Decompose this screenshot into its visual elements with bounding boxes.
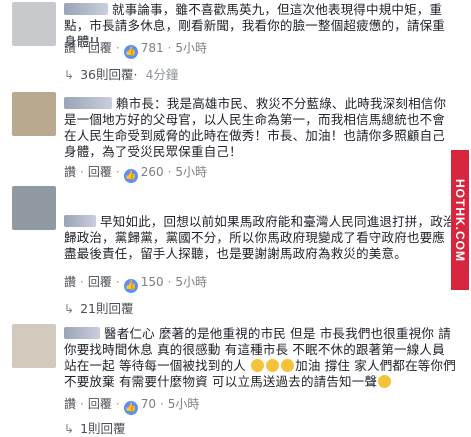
crying-emoji-icon	[251, 359, 265, 372]
like-count[interactable]: 260	[141, 165, 164, 179]
like-button[interactable]: 讚	[64, 41, 76, 55]
like-count[interactable]: 781	[141, 41, 164, 55]
avatar[interactable]	[12, 186, 56, 230]
like-count[interactable]: 70	[141, 397, 156, 411]
like-count[interactable]: 150	[141, 275, 164, 289]
replies-count-link[interactable]: 21則回覆	[80, 301, 133, 316]
timestamp[interactable]: 5小時	[175, 41, 207, 55]
reply-arrow-icon: ↳	[64, 422, 75, 436]
comment-actions: 讚 · 回覆 · 👍 150 · 5小時	[64, 275, 208, 293]
replies-time: 4分鐘	[145, 67, 179, 82]
timestamp[interactable]: 5小時	[175, 165, 207, 179]
comment-actions: 讚 · 回覆 · 👍 70 · 5小時	[64, 397, 200, 415]
crying-emoji-icon	[281, 359, 295, 372]
thumbs-up-icon: 👍	[123, 401, 138, 415]
comment-text: 醫者仁心 麼著的是他重視的市民 但是 市長我們也很重視你 請你要找時間休息 真的…	[64, 326, 456, 389]
comment-actions: 讚 · 回覆 · 👍 260 · 5小時	[64, 165, 208, 183]
comment-actions: 讚 · 回覆 · 👍 781 · 5小時	[64, 41, 208, 59]
commenter-name-redacted[interactable]	[64, 327, 100, 339]
timestamp[interactable]: 5小時	[175, 275, 207, 289]
reply-arrow-icon: ↳	[64, 302, 75, 316]
replies-count-link[interactable]: 36則回覆	[80, 67, 133, 82]
reply-button[interactable]: 回覆	[88, 397, 112, 411]
avatar[interactable]	[12, 2, 56, 46]
timestamp[interactable]: 5小時	[168, 397, 200, 411]
replies-summary[interactable]: ↳ 36則回覆· 4分鐘	[64, 64, 178, 83]
reply-button[interactable]: 回覆	[88, 165, 112, 179]
thumbs-up-icon: 👍	[123, 169, 138, 183]
avatar[interactable]	[12, 92, 56, 136]
like-button[interactable]: 讚	[64, 397, 76, 411]
reply-button[interactable]: 回覆	[88, 275, 112, 289]
replies-summary[interactable]: ↳ 21則回覆	[64, 298, 133, 317]
like-button[interactable]: 讚	[64, 275, 76, 289]
commenter-name-redacted[interactable]	[64, 3, 108, 15]
crying-emoji-icon	[266, 359, 280, 372]
like-button[interactable]: 讚	[64, 165, 76, 179]
crying-emoji-icon	[378, 375, 392, 388]
commenter-name-redacted[interactable]	[64, 215, 96, 227]
comment-text: 賴市長：我是高雄市民、救災不分藍綠、此時我深刻相信你是一個地方好的父母官，以人民…	[64, 96, 447, 159]
thumbs-up-icon: 👍	[123, 279, 138, 293]
reply-button[interactable]: 回覆	[88, 41, 112, 55]
replies-count-link[interactable]: 1則回覆	[80, 421, 125, 436]
reply-arrow-icon: ↳	[64, 68, 75, 82]
commenter-name-redacted[interactable]	[64, 97, 112, 109]
thumbs-up-icon: 👍	[123, 45, 138, 59]
replies-summary[interactable]: ↳ 1則回覆	[64, 418, 126, 437]
comment-text: 早知如此，回想以前如果馬政府能和臺灣人民同進退打拼，政治歸政治，黨歸黨，黨國不分…	[64, 214, 456, 261]
avatar[interactable]	[12, 324, 56, 368]
site-watermark: HOTHK.COM	[451, 150, 469, 290]
